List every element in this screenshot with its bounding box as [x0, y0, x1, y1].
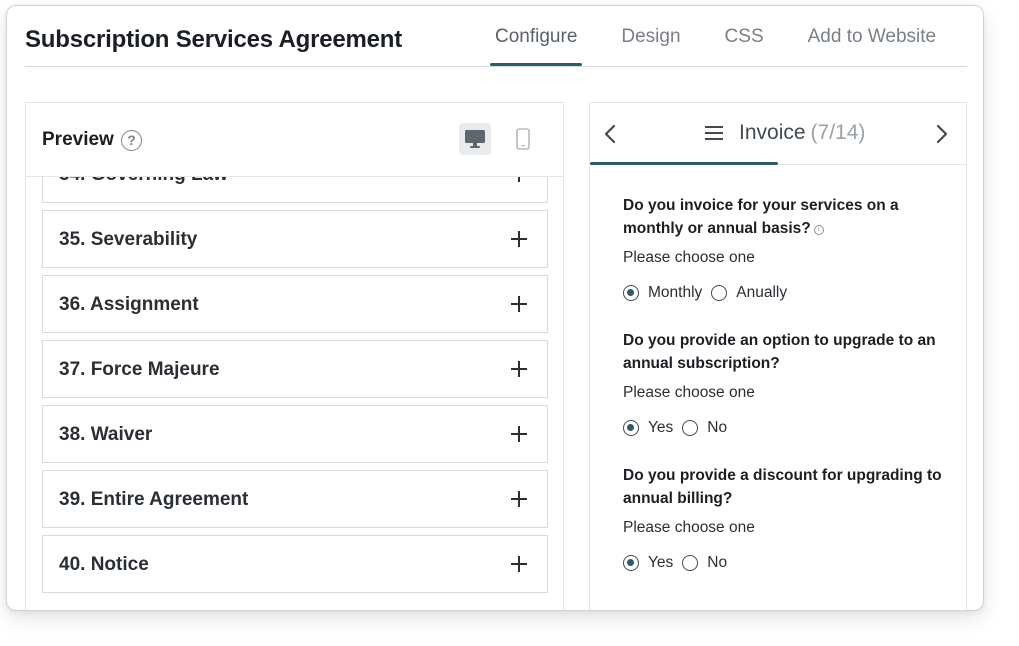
question-text: Do you provide an option to upgrade to a… — [623, 332, 936, 372]
radio-group: Yes No — [623, 419, 943, 437]
questionnaire-panel: Invoice (7/14) Do you invoice for your s… — [589, 102, 967, 610]
radio-button[interactable] — [711, 285, 728, 301]
question-circle-icon[interactable]: ? — [121, 130, 142, 151]
step-title[interactable]: Invoice (7/14) — [705, 121, 865, 145]
radio-option-no[interactable]: No — [682, 419, 727, 437]
info-icon[interactable]: i — [813, 224, 824, 235]
question-text: Do you invoice for your services on a mo… — [623, 195, 943, 240]
chevron-right-icon — [936, 124, 948, 144]
section-list: 34. Governing Law 35. Severability 36. A… — [42, 145, 548, 600]
radio-label: No — [707, 554, 728, 571]
radio-option-yes[interactable]: Yes — [623, 554, 673, 572]
previous-step-button[interactable] — [598, 121, 624, 147]
list-item[interactable]: 38. Waiver — [42, 405, 548, 463]
section-label: 39. Entire Agreement — [59, 489, 249, 510]
list-item[interactable]: 36. Assignment — [42, 275, 548, 333]
radio-button[interactable] — [623, 420, 639, 436]
list-item[interactable]: 35. Severability — [42, 210, 548, 268]
step-progress-bar — [590, 162, 966, 165]
plus-icon — [511, 361, 527, 377]
section-label: 35. Severability — [59, 229, 198, 250]
section-label: 37. Force Majeure — [59, 359, 220, 380]
plus-icon — [511, 296, 527, 312]
radio-group: Yes No — [623, 554, 943, 572]
step-progress-fill — [590, 162, 778, 165]
preview-title: Preview — [42, 129, 114, 150]
section-label: 40. Notice — [59, 554, 149, 575]
page-title: Subscription Services Agreement — [25, 26, 403, 53]
radio-button[interactable] — [623, 555, 639, 571]
preview-panel: Preview ? 34. Governing Law — [25, 102, 564, 610]
radio-option-monthly[interactable]: Monthly — [623, 284, 702, 302]
question: Do you provide an option to upgrade to a… — [623, 330, 943, 437]
chevron-left-icon — [604, 124, 616, 144]
radio-button[interactable] — [682, 555, 699, 571]
header-divider — [25, 66, 967, 67]
list-item[interactable]: 39. Entire Agreement — [42, 470, 548, 528]
step-count: (7/14) — [810, 121, 866, 144]
plus-icon — [511, 491, 527, 507]
radio-group: Monthly Anually — [623, 284, 943, 302]
radio-label: Monthly — [648, 284, 703, 301]
step-navigator: Invoice (7/14) — [590, 103, 966, 165]
list-item[interactable]: 40. Notice — [42, 535, 548, 593]
radio-option-no[interactable]: No — [682, 554, 727, 572]
section-label: 36. Assignment — [59, 294, 199, 315]
desktop-view-button[interactable] — [459, 123, 491, 155]
section-label: 38. Waiver — [59, 424, 153, 445]
desktop-icon — [465, 130, 485, 148]
radio-label: Anually — [736, 284, 788, 301]
tab-add-to-website[interactable]: Add to Website — [803, 6, 942, 66]
mobile-icon — [516, 128, 530, 150]
radio-label: No — [707, 419, 728, 436]
list-item[interactable]: 37. Force Majeure — [42, 340, 548, 398]
radio-option-annually[interactable]: Anually — [711, 284, 787, 302]
tab-css[interactable]: CSS — [720, 6, 769, 66]
radio-option-yes[interactable]: Yes — [623, 419, 673, 437]
app-window: Subscription Services Agreement Configur… — [6, 5, 984, 611]
radio-button[interactable] — [623, 285, 639, 301]
question-hint: Please choose one — [623, 519, 755, 536]
plus-icon — [511, 426, 527, 442]
question-list: Do you invoice for your services on a mo… — [623, 195, 943, 600]
question-text: Do you provide a discount for upgrading … — [623, 467, 942, 507]
question-hint: Please choose one — [623, 249, 755, 266]
next-step-button[interactable] — [928, 121, 954, 147]
tab-configure[interactable]: Configure — [490, 6, 583, 66]
preview-header: Preview ? — [26, 103, 563, 177]
tab-design[interactable]: Design — [616, 6, 685, 66]
step-name: Invoice — [739, 121, 806, 144]
radio-button[interactable] — [682, 420, 699, 436]
menu-icon — [705, 126, 723, 140]
top-tabs: Configure Design CSS Add to Website — [490, 6, 975, 66]
mobile-view-button[interactable] — [507, 123, 539, 155]
radio-label: Yes — [648, 554, 674, 571]
question: Do you provide a discount for upgrading … — [623, 465, 943, 572]
radio-label: Yes — [648, 419, 674, 436]
plus-icon — [511, 231, 527, 247]
question: Do you invoice for your services on a mo… — [623, 195, 943, 302]
plus-icon — [511, 556, 527, 572]
question-hint: Please choose one — [623, 384, 755, 401]
preview-header-divider — [26, 176, 563, 177]
question-text-label: Do you invoice for your services on a mo… — [623, 197, 899, 237]
